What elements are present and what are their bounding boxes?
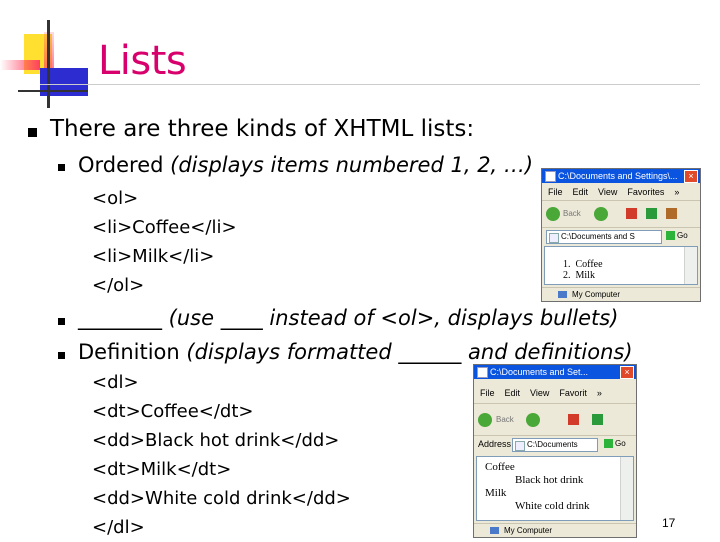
definition-desc: Black hot drink [515,474,584,486]
menu-more-chevron[interactable]: » [597,388,602,398]
definition-code-block: <dl> <dt>Coffee</dt> <dd>Black hot drink… [92,368,351,542]
title-underline [40,84,700,85]
code-line: <li>Coffee</li> [92,217,237,238]
go-button[interactable]: Go [666,230,692,242]
go-button[interactable]: Go [604,438,630,450]
menu-edit[interactable]: Edit [505,388,521,398]
code-line: <li>Milk</li> [92,246,215,267]
go-arrow-icon [666,231,675,241]
menu-bar: File Edit View Favorites » [542,184,700,201]
back-icon[interactable] [478,413,492,427]
page-content: Coffee Black hot drink Milk White cold d… [476,456,634,521]
status-bar: My Computer [474,523,636,537]
definition-term: Milk [485,487,507,499]
stop-icon[interactable] [568,414,579,425]
back-icon[interactable] [546,207,560,221]
code-line: </dl> [92,517,145,538]
menu-file[interactable]: File [548,187,563,197]
code-line: <dd>Black hot drink</dd> [92,430,340,451]
back-label: Back [496,415,514,424]
ordered-list-render: 1. Coffee 2. Milk [563,259,603,281]
page-content: 1. Coffee 2. Milk [544,246,698,285]
window-title: C:\Documents and Set... [490,367,589,377]
unordered-note: (use ____ instead of <ol>, displays bull… [162,306,619,330]
address-bar: C:\Documents and S Go [542,228,700,245]
title-decoration [0,0,90,115]
definition-bullet: Definition (displays formatted ______ an… [78,340,633,364]
code-line: <dl> [92,372,139,393]
home-icon[interactable] [666,208,677,219]
menu-edit[interactable]: Edit [573,187,589,197]
ordered-label: Ordered [78,153,171,177]
ie-icon [545,171,556,182]
main-bullet-text: There are three kinds of XHTML lists: [50,116,475,142]
toolbar: Back [542,201,700,228]
menu-favorites[interactable]: Favorit [559,388,587,398]
code-line: <dd>White cold drink</dd> [92,488,351,509]
menu-favorites[interactable]: Favorites [627,187,664,197]
bullet-square [58,164,65,171]
definition-label: Definition [78,340,187,364]
definition-list-render: Coffee Black hot drink Milk White cold d… [485,461,590,513]
status-bar: My Computer [542,287,700,301]
code-line: <dt>Milk</dt> [92,459,232,480]
menu-view[interactable]: View [598,187,617,197]
code-line: <ol> [92,188,139,209]
unordered-blank: ________ [78,306,162,330]
window-titlebar[interactable]: C:\Documents and Settings\... × [542,169,700,183]
browser-window-ordered: C:\Documents and Settings\... × File Edit… [541,168,701,302]
toolbar: Back [474,405,636,436]
address-label: Address [478,439,512,449]
page-icon [515,441,525,451]
definition-note: (displays formatted ______ and definitio… [186,340,633,364]
stop-icon[interactable] [626,208,637,219]
window-titlebar[interactable]: C:\Documents and Set... × [474,365,636,379]
bullet-square [58,352,65,359]
status-text: My Computer [504,526,553,535]
vertical-scrollbar[interactable] [684,247,697,284]
forward-icon[interactable] [594,207,608,221]
menu-bar: File Edit View Favorit » [474,383,636,404]
page-icon [549,233,559,243]
ordered-bullet: Ordered (displays items numbered 1, 2, …… [78,153,533,177]
code-line: </ol> [92,275,145,296]
refresh-icon[interactable] [646,208,657,219]
definition-term: Coffee [485,461,515,473]
page-number: 17 [662,516,676,530]
unordered-bullet: ________ (use ____ instead of <ol>, disp… [78,306,618,330]
computer-icon [558,291,567,298]
close-icon[interactable]: × [684,170,698,183]
menu-file[interactable]: File [480,388,495,398]
ie-icon [477,367,488,378]
ordered-note: (displays items numbered 1, 2, …) [170,153,534,177]
go-arrow-icon [604,439,613,449]
status-text: My Computer [572,290,621,299]
forward-icon[interactable] [526,413,540,427]
window-title: C:\Documents and Settings\... [558,171,678,181]
refresh-icon[interactable] [592,414,603,425]
menu-view[interactable]: View [530,388,549,398]
slide-title: Lists [98,38,187,84]
address-bar: Address C:\Documents Go [474,436,636,454]
list-item: 2. Milk [563,270,595,281]
computer-icon [490,527,499,534]
vertical-scrollbar[interactable] [620,457,633,520]
list-item: 1. Coffee [563,259,603,270]
bullet-square [58,318,65,325]
ordered-code-block: <ol> <li>Coffee</li> <li>Milk</li> </ol> [92,184,237,300]
address-input[interactable]: C:\Documents [512,438,598,452]
menu-more-chevron[interactable]: » [674,187,679,197]
code-line: <dt>Coffee</dt> [92,401,254,422]
browser-window-definition: C:\Documents and Set... × File Edit View Fa… [473,364,637,538]
bullet-square [28,128,37,137]
address-input[interactable]: C:\Documents and S [546,230,662,244]
back-label: Back [563,209,581,218]
close-icon[interactable]: × [620,366,634,379]
definition-desc: White cold drink [515,500,590,512]
